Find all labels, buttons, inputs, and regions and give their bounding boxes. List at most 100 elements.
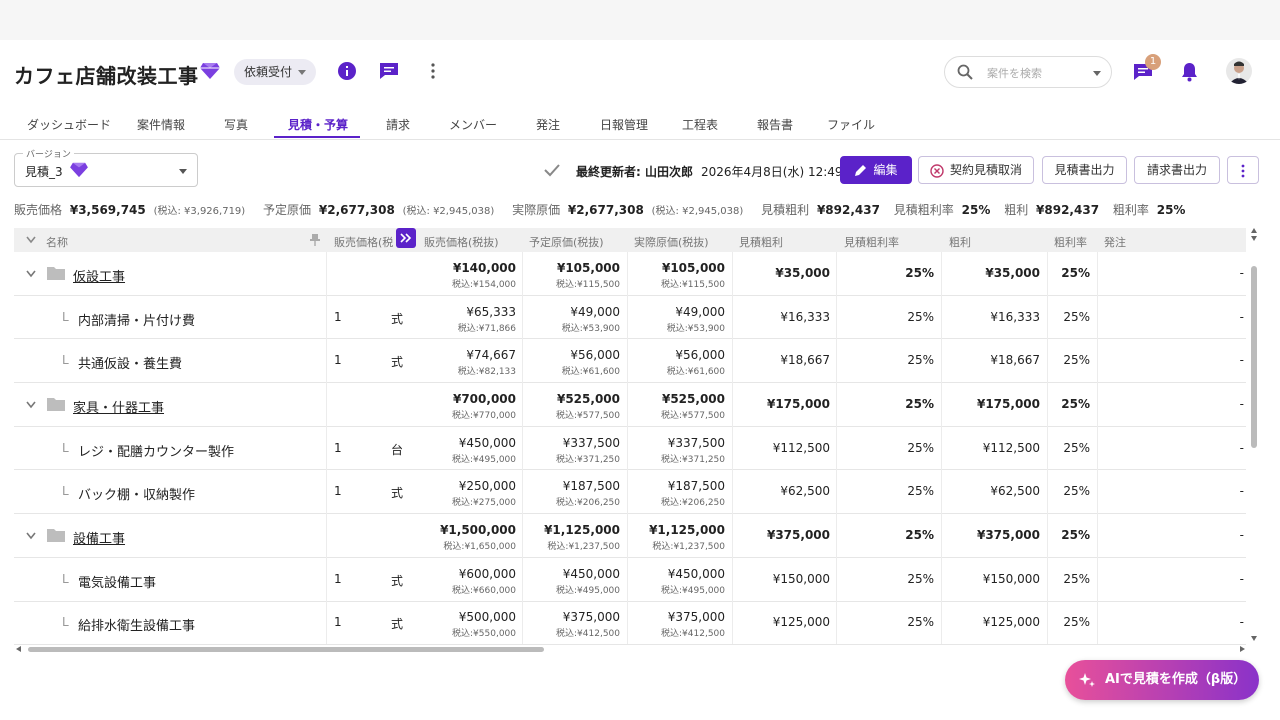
col-header-est-profit[interactable]: 見積粗利 — [739, 234, 783, 250]
group-name[interactable]: 仮設工事 — [73, 266, 125, 285]
item-name[interactable]: 共通仮設・養生費 — [78, 353, 182, 372]
vertical-scroll-thumb[interactable] — [1251, 266, 1257, 448]
comment-icon[interactable] — [379, 62, 399, 80]
chevron-down-icon[interactable] — [26, 401, 36, 409]
version-select[interactable]: バージョン 見積_3 — [14, 147, 198, 187]
tab-orders[interactable]: 発注 — [536, 116, 560, 133]
col-header-profit[interactable]: 粗利 — [949, 234, 971, 250]
item-unit[interactable]: 式 — [391, 484, 403, 501]
item-qty[interactable]: 1 — [334, 353, 342, 367]
col-header-est-rate[interactable]: 見積粗利率 — [844, 234, 899, 250]
bell-icon[interactable] — [1181, 62, 1198, 82]
avatar[interactable] — [1226, 58, 1252, 84]
sales-cell[interactable]: ¥74,667 — [466, 348, 516, 362]
tab-members[interactable]: メンバー — [449, 116, 497, 133]
status-chip[interactable]: 依頼受付 — [234, 59, 317, 85]
tab-estimate-budget[interactable]: 見積・予算 — [288, 116, 348, 133]
scroll-down-icon[interactable] — [1251, 236, 1257, 241]
scroll-down-icon[interactable] — [1251, 636, 1257, 641]
scroll-right-icon[interactable] — [1240, 646, 1245, 652]
plan-cell[interactable]: ¥450,000 — [563, 567, 620, 581]
scroll-up-icon[interactable] — [1251, 228, 1257, 233]
item-name[interactable]: 給排水衛生設備工事 — [78, 615, 195, 634]
plan-cell[interactable]: ¥187,500 — [563, 479, 620, 493]
tab-schedule[interactable]: 工程表 — [682, 116, 718, 133]
search-dropdown-icon[interactable] — [1093, 71, 1101, 76]
horizontal-scrollbar[interactable] — [14, 644, 1246, 654]
actual-cell[interactable]: ¥56,000 — [675, 348, 725, 362]
plan-cell[interactable]: ¥525,000 — [557, 392, 620, 406]
item-qty[interactable]: 1 — [334, 484, 342, 498]
sales-cell[interactable]: ¥65,333 — [466, 305, 516, 319]
actual-cell[interactable]: ¥450,000 — [668, 567, 725, 581]
actual-cell[interactable]: ¥105,000 — [662, 261, 725, 275]
tab-dashboard[interactable]: ダッシュボード — [27, 116, 111, 133]
item-name[interactable]: バック棚・収納製作 — [78, 484, 195, 503]
item-unit[interactable]: 式 — [391, 615, 403, 632]
tab-daily-reports[interactable]: 日報管理 — [600, 116, 648, 133]
group-name[interactable]: 設備工事 — [73, 528, 125, 547]
horizontal-scroll-thumb[interactable] — [28, 647, 544, 652]
item-qty[interactable]: 1 — [334, 310, 342, 324]
chevron-down-icon[interactable] — [26, 270, 36, 278]
collapse-all-icon[interactable] — [26, 236, 36, 244]
export-invoice-button[interactable]: 請求書出力 — [1134, 156, 1220, 184]
col-header-order[interactable]: 発注 — [1104, 234, 1126, 250]
sales-cell[interactable]: ¥1,500,000 — [440, 523, 516, 537]
actual-cell[interactable]: ¥375,000 — [668, 610, 725, 624]
item-unit[interactable]: 台 — [391, 441, 403, 458]
search-box[interactable]: 案件を検索 — [944, 56, 1112, 88]
item-qty[interactable]: 1 — [334, 615, 342, 629]
tab-files[interactable]: ファイル — [827, 116, 875, 133]
item-name[interactable]: レジ・配膳カウンター製作 — [78, 441, 234, 460]
col-header-planned[interactable]: 予定原価(税抜) — [529, 234, 604, 250]
col-header-rate[interactable]: 粗利率 — [1054, 234, 1087, 250]
col-header-actual[interactable]: 実際原価(税抜) — [634, 234, 709, 250]
sales-cell[interactable]: ¥140,000 — [453, 261, 516, 275]
chevron-down-icon[interactable] — [26, 532, 36, 540]
export-estimate-button[interactable]: 見積書出力 — [1042, 156, 1127, 184]
item-unit[interactable]: 式 — [391, 310, 403, 327]
item-row[interactable]: L 電気設備工事 1 式 ¥600,000 税込:¥660,000 ¥450,000 税込:¥… — [14, 558, 1246, 602]
item-qty[interactable]: 1 — [334, 572, 342, 586]
edit-button[interactable]: 編集 — [840, 156, 912, 184]
more-actions-button[interactable] — [1227, 156, 1259, 184]
info-icon[interactable] — [338, 62, 356, 80]
group-row[interactable]: 家具・什器工事 ¥700,000 税込:¥770,000 ¥525,000 税込:¥57… — [14, 383, 1246, 427]
item-name[interactable]: 内部清掃・片付け費 — [78, 310, 195, 329]
sales-cell[interactable]: ¥450,000 — [459, 436, 516, 450]
item-row[interactable]: L 給排水衛生設備工事 1 式 ¥500,000 税込:¥550,000 ¥375,000 税… — [14, 602, 1246, 646]
item-qty[interactable]: 1 — [334, 441, 342, 455]
scroll-left-icon[interactable] — [16, 646, 21, 652]
plan-cell[interactable]: ¥49,000 — [570, 305, 620, 319]
item-row[interactable]: L 共通仮設・養生費 1 式 ¥74,667 税込:¥82,133 ¥56,000 税込:¥6… — [14, 339, 1246, 384]
cancel-contract-button[interactable]: 契約見積取消 — [918, 156, 1034, 184]
actual-cell[interactable]: ¥337,500 — [668, 436, 725, 450]
actual-cell[interactable]: ¥187,500 — [668, 479, 725, 493]
plan-cell[interactable]: ¥375,000 — [563, 610, 620, 624]
sales-cell[interactable]: ¥500,000 — [459, 610, 516, 624]
item-unit[interactable]: 式 — [391, 572, 403, 589]
sales-cell[interactable]: ¥250,000 — [459, 479, 516, 493]
actual-cell[interactable]: ¥49,000 — [675, 305, 725, 319]
more-vertical-icon[interactable] — [430, 63, 436, 79]
actual-cell[interactable]: ¥1,125,000 — [649, 523, 725, 537]
sales-cell[interactable]: ¥700,000 — [453, 392, 516, 406]
group-row[interactable]: 設備工事 ¥1,500,000 税込:¥1,650,000 ¥1,125,000 税込:… — [14, 514, 1246, 558]
tab-photos[interactable]: 写真 — [224, 116, 248, 133]
actual-cell[interactable]: ¥525,000 — [662, 392, 725, 406]
expand-columns-button[interactable] — [396, 228, 416, 248]
vertical-scrollbar[interactable] — [1249, 228, 1259, 644]
item-row[interactable]: L 内部清掃・片付け費 1 式 ¥65,333 税込:¥71,866 ¥49,000 税込:¥… — [14, 296, 1246, 340]
item-name[interactable]: 電気設備工事 — [78, 572, 156, 591]
tab-project-info[interactable]: 案件情報 — [137, 116, 185, 133]
col-header-sales[interactable]: 販売価格(税抜) — [424, 234, 499, 250]
tab-billing[interactable]: 請求 — [386, 116, 410, 133]
plan-cell[interactable]: ¥337,500 — [563, 436, 620, 450]
item-unit[interactable]: 式 — [391, 353, 403, 370]
pin-icon[interactable] — [310, 233, 320, 246]
col-header-sales-tax-partial[interactable]: 販売価格(税 — [334, 234, 393, 250]
item-row[interactable]: L バック棚・収納製作 1 式 ¥250,000 税込:¥275,000 ¥187,500 税… — [14, 471, 1246, 515]
plan-cell[interactable]: ¥105,000 — [557, 261, 620, 275]
ai-estimate-button[interactable]: AIで見積を作成（β版） — [1065, 660, 1259, 700]
